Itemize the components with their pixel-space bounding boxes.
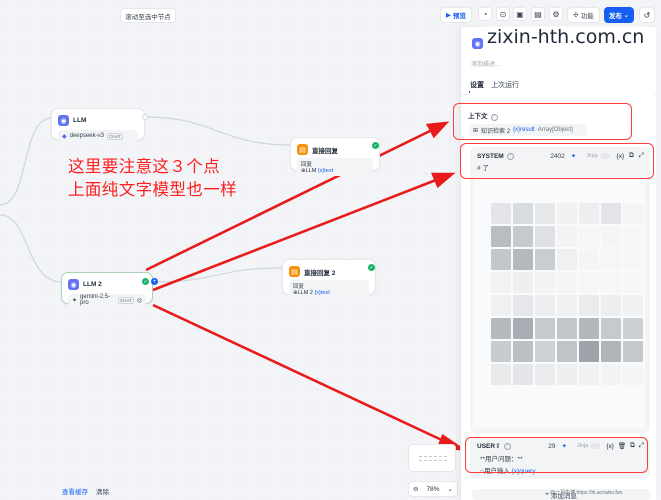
- run-history-icon[interactable]: ⊙: [496, 7, 510, 21]
- annotation-line-2: 上面纯文字模型也一样: [68, 180, 237, 199]
- clear-link[interactable]: 清除: [96, 486, 109, 496]
- minimap-nodes: [419, 456, 447, 461]
- minimap[interactable]: [408, 444, 456, 472]
- success-check-icon: ✓: [368, 264, 375, 271]
- watermark-credit: @一月牛博 https://hi.acowbo.fun: [550, 490, 623, 496]
- node-title: LLM 2: [83, 281, 102, 288]
- node-title: 直接回复 2: [304, 269, 336, 277]
- checklist-icon[interactable]: ◔: [478, 7, 492, 21]
- blurred-content: [473, 177, 645, 429]
- success-check-icon: ✓: [142, 278, 149, 285]
- arrow-context-head: [425, 121, 450, 139]
- variables-icon[interactable]: ▤: [531, 7, 545, 21]
- highlight-system: [460, 143, 654, 179]
- answer-content: 回复 ⊕LLM 2 {x}text: [289, 280, 369, 298]
- publish-button[interactable]: 发布 ⌄: [604, 7, 634, 23]
- chevron-down-icon: ⌄: [447, 486, 453, 493]
- llm-icon: ◉: [68, 279, 79, 290]
- model-selector[interactable]: ✦ gemini-2.5-pro CHAT ◎: [68, 294, 146, 306]
- highlight-user: [465, 437, 648, 473]
- zoom-level: 78%: [426, 485, 440, 493]
- plus-icon: +: [545, 491, 549, 498]
- llm-icon: ◉: [58, 115, 69, 126]
- env-icon[interactable]: ▣: [513, 7, 527, 21]
- highlight-context: [453, 103, 632, 140]
- llm-icon: ◉: [472, 38, 483, 49]
- edge-llm2-answer2: [151, 267, 283, 283]
- watermark-text: zixin-hth.com.cn: [484, 26, 648, 48]
- scroll-to-selected-button[interactable]: 滚动至选中节点: [120, 8, 176, 23]
- answer2-node[interactable]: ▤ 直接回复 2 回复 ⊕LLM 2 {x}text: [282, 259, 376, 298]
- add-node-icon[interactable]: +: [151, 278, 158, 285]
- settings-icon[interactable]: ⚙: [549, 7, 563, 21]
- view-cache-link[interactable]: 查看缓存: [62, 486, 88, 496]
- arrow-context: [145, 128, 433, 272]
- answer-content: 回复 ⊕LLM {x}text: [297, 158, 373, 176]
- zoom-out-icon[interactable]: ⊖: [413, 485, 418, 493]
- play-icon: ▶: [446, 12, 451, 19]
- zoom-control[interactable]: ⊖ 78% ⌄: [408, 481, 458, 497]
- answer-icon: ▤: [297, 144, 308, 155]
- model-selector[interactable]: ◆ deepseek-v3 CHAT: [58, 130, 138, 142]
- llm-output-handle[interactable]: [142, 114, 148, 120]
- gemini-icon: ✦: [72, 297, 78, 304]
- edge-llm-answer: [144, 116, 292, 146]
- eye-icon: ◎: [136, 297, 142, 304]
- node-title: LLM: [73, 117, 87, 124]
- description-input[interactable]: 添加描述...: [471, 59, 500, 68]
- history-icon[interactable]: ↺: [639, 7, 655, 23]
- chevron-down-icon: ⌄: [621, 12, 630, 19]
- features-icon: ✣: [573, 12, 579, 19]
- annotation-line-1: 这里要注意这３个点: [68, 157, 221, 176]
- preview-button[interactable]: ▶ 预览: [440, 7, 472, 23]
- node-title: 直接回复: [312, 147, 338, 155]
- llm2-node[interactable]: ◉ LLM 2 ✦ gemini-2.5-pro CHAT ◎: [61, 272, 153, 306]
- answer-node[interactable]: ▤ 直接回复 回复 ⊕LLM {x}text: [290, 137, 380, 176]
- edge-left-llm: [0, 117, 53, 206]
- answer-icon: ▤: [289, 266, 300, 277]
- deepseek-icon: ◆: [62, 133, 67, 140]
- system-prompt-card[interactable]: SYSTEM ? 2402 ✦ Jinja {x} ⧉ ⤢ # 了: [470, 147, 650, 433]
- features-button[interactable]: ✣ 功能: [567, 7, 600, 23]
- edge-left-llm2: [0, 214, 63, 283]
- success-check-icon: ✓: [372, 142, 379, 149]
- llm-node[interactable]: ◉ LLM ◆ deepseek-v3 CHAT: [51, 108, 145, 142]
- arrow-system-head: [431, 172, 456, 189]
- arrow-user: [152, 303, 447, 444]
